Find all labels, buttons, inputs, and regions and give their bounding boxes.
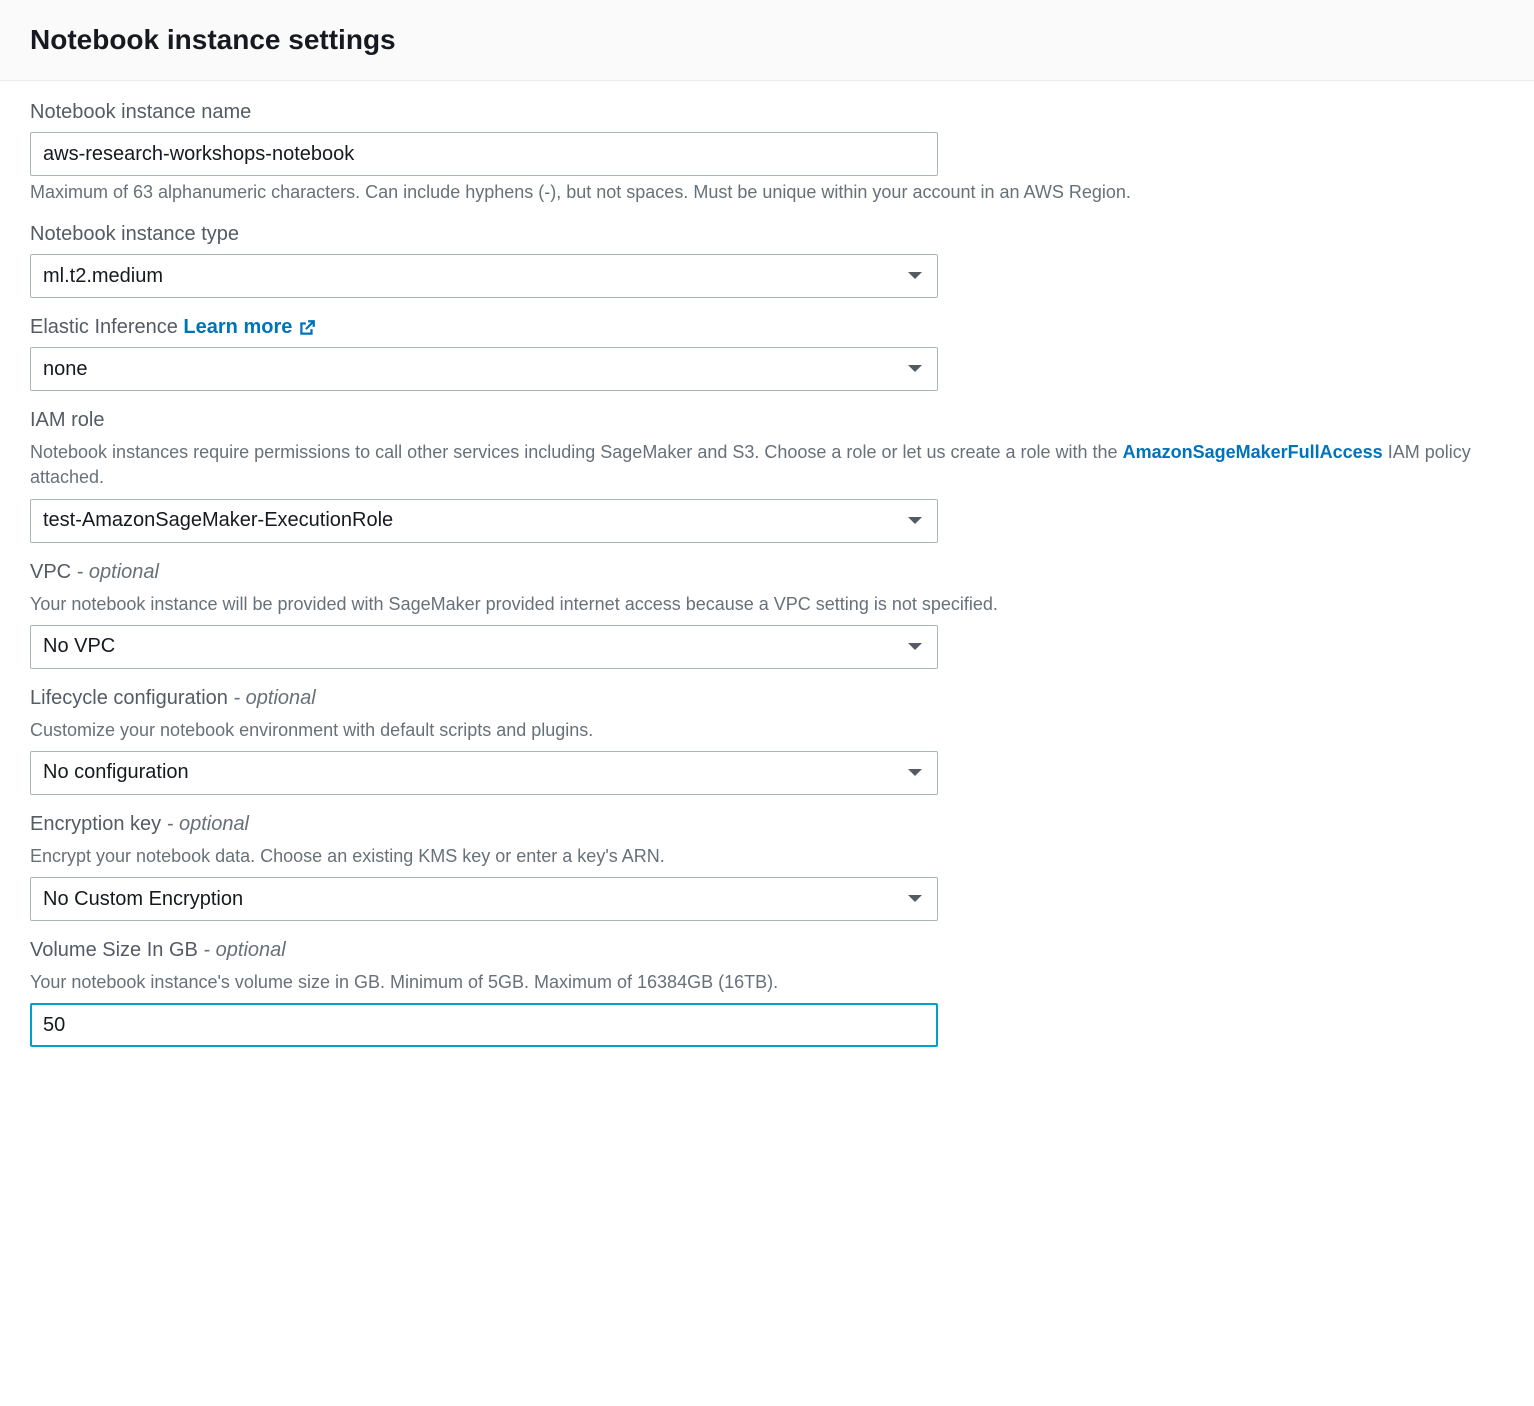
chevron-down-icon <box>907 363 923 375</box>
instance-type-value: ml.t2.medium <box>43 265 163 288</box>
instance-name-input[interactable] <box>30 132 938 176</box>
volume-size-input[interactable] <box>30 1003 938 1047</box>
vpc-optional: - optional <box>71 561 159 583</box>
iam-role-value: test-AmazonSageMaker-ExecutionRole <box>43 509 393 532</box>
panel-body: Notebook instance name Maximum of 63 alp… <box>0 81 1534 1087</box>
vpc-label: VPC - optional <box>30 561 1504 584</box>
instance-name-label: Notebook instance name <box>30 101 1504 124</box>
chevron-down-icon <box>907 515 923 527</box>
iam-role-desc-prefix: Notebook instances require permissions t… <box>30 442 1123 462</box>
lifecycle-value: No configuration <box>43 761 189 784</box>
chevron-down-icon <box>907 270 923 282</box>
volume-size-label-text: Volume Size In GB <box>30 939 198 961</box>
encryption-optional: - optional <box>161 813 249 835</box>
encryption-select[interactable]: No Custom Encryption <box>30 877 938 921</box>
volume-size-label: Volume Size In GB - optional <box>30 939 1504 962</box>
volume-size-optional: - optional <box>198 939 286 961</box>
field-lifecycle: Lifecycle configuration - optional Custo… <box>30 687 1504 795</box>
vpc-desc: Your notebook instance will be provided … <box>30 592 1504 617</box>
elastic-inference-value: none <box>43 358 88 381</box>
chevron-down-icon <box>907 893 923 905</box>
volume-size-desc: Your notebook instance's volume size in … <box>30 970 1504 995</box>
vpc-value: No VPC <box>43 635 115 658</box>
external-link-icon <box>298 319 316 337</box>
field-instance-name: Notebook instance name Maximum of 63 alp… <box>30 101 1504 205</box>
instance-type-label: Notebook instance type <box>30 223 1504 246</box>
iam-role-label: IAM role <box>30 409 1504 432</box>
lifecycle-label-text: Lifecycle configuration <box>30 687 228 709</box>
encryption-value: No Custom Encryption <box>43 888 243 911</box>
field-encryption: Encryption key - optional Encrypt your n… <box>30 813 1504 921</box>
field-elastic-inference: Elastic Inference Learn more none <box>30 316 1504 391</box>
learn-more-text: Learn more <box>183 316 292 339</box>
iam-role-select[interactable]: test-AmazonSageMaker-ExecutionRole <box>30 499 938 543</box>
elastic-inference-label-text: Elastic Inference <box>30 316 178 338</box>
instance-name-help: Maximum of 63 alphanumeric characters. C… <box>30 180 1504 205</box>
instance-type-select[interactable]: ml.t2.medium <box>30 254 938 298</box>
lifecycle-desc: Customize your notebook environment with… <box>30 718 1504 743</box>
elastic-inference-select[interactable]: none <box>30 347 938 391</box>
chevron-down-icon <box>907 767 923 779</box>
panel-title: Notebook instance settings <box>30 24 1504 56</box>
encryption-desc: Encrypt your notebook data. Choose an ex… <box>30 844 1504 869</box>
settings-panel: Notebook instance settings Notebook inst… <box>0 0 1534 1087</box>
elastic-inference-learn-more-link[interactable]: Learn more <box>183 316 316 339</box>
iam-policy-link[interactable]: AmazonSageMakerFullAccess <box>1123 442 1383 462</box>
lifecycle-optional: - optional <box>228 687 316 709</box>
vpc-select[interactable]: No VPC <box>30 625 938 669</box>
encryption-label-text: Encryption key <box>30 813 161 835</box>
field-instance-type: Notebook instance type ml.t2.medium <box>30 223 1504 298</box>
iam-role-desc: Notebook instances require permissions t… <box>30 440 1504 490</box>
encryption-label: Encryption key - optional <box>30 813 1504 836</box>
field-iam-role: IAM role Notebook instances require perm… <box>30 409 1504 542</box>
chevron-down-icon <box>907 641 923 653</box>
vpc-label-text: VPC <box>30 561 71 583</box>
field-volume-size: Volume Size In GB - optional Your notebo… <box>30 939 1504 1047</box>
panel-header: Notebook instance settings <box>0 0 1534 81</box>
elastic-inference-label: Elastic Inference Learn more <box>30 316 1504 339</box>
lifecycle-select[interactable]: No configuration <box>30 751 938 795</box>
field-vpc: VPC - optional Your notebook instance wi… <box>30 561 1504 669</box>
lifecycle-label: Lifecycle configuration - optional <box>30 687 1504 710</box>
